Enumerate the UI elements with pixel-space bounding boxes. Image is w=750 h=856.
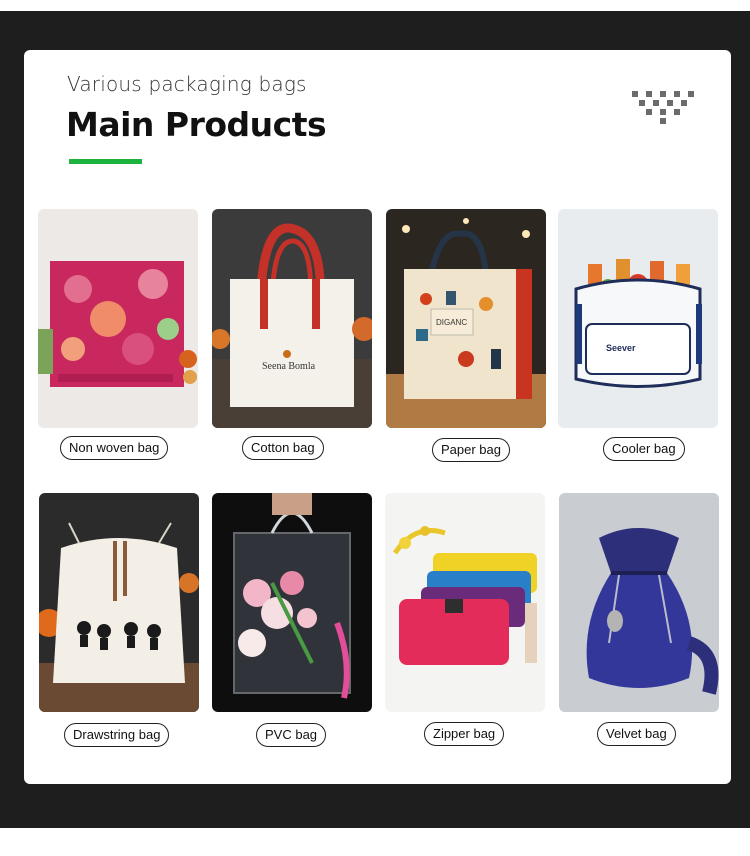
section-subtitle: Various packaging bags xyxy=(67,72,307,96)
non-woven-bag-image[interactable] xyxy=(38,209,198,428)
dot-pattern-icon xyxy=(632,91,694,125)
svg-text:DIGANC: DIGANC xyxy=(436,318,467,327)
product-label: Paper bag xyxy=(432,438,510,462)
title-underline xyxy=(69,159,142,164)
product-label: Velvet bag xyxy=(597,722,676,746)
cotton-bag-image[interactable]: Seena Bomla xyxy=(212,209,372,428)
svg-text:Seena Bomla: Seena Bomla xyxy=(262,361,316,372)
svg-text:Seever: Seever xyxy=(606,343,636,353)
product-label: Drawstring bag xyxy=(64,723,170,747)
product-label: Cotton bag xyxy=(242,436,324,460)
paper-bag-image[interactable]: DIGANC xyxy=(386,209,546,428)
product-label: Cooler bag xyxy=(603,437,685,461)
pvc-bag-image[interactable] xyxy=(212,493,372,712)
cooler-bag-image[interactable]: Seever xyxy=(558,209,718,428)
product-label: Zipper bag xyxy=(424,722,505,746)
zipper-bag-image[interactable] xyxy=(385,493,545,712)
product-label: Non woven bag xyxy=(60,436,169,460)
velvet-bag-image[interactable] xyxy=(559,493,719,712)
product-label: PVC bag xyxy=(256,723,327,747)
drawstring-bag-image[interactable] xyxy=(39,493,199,712)
page-title: Main Products xyxy=(66,105,327,144)
